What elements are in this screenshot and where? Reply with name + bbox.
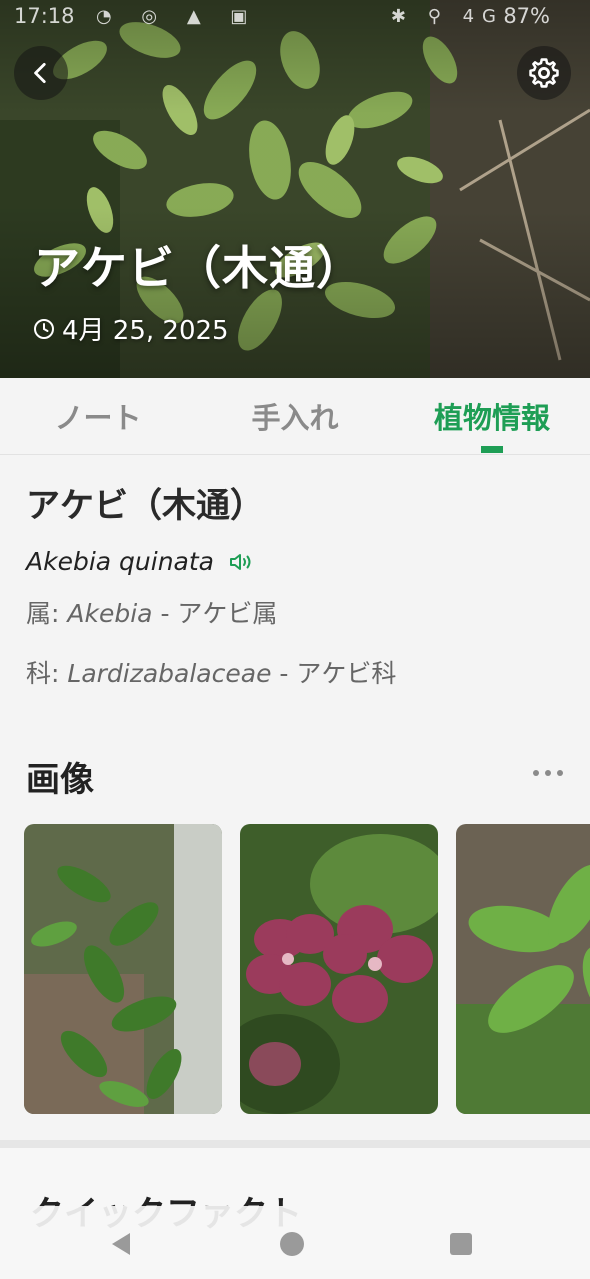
status-time: 17:18 bbox=[14, 4, 75, 28]
family-row: 科: Lardizabalaceae - アケビ科 bbox=[26, 654, 396, 690]
nav-recents-button[interactable] bbox=[441, 1224, 481, 1264]
square-recents-icon bbox=[450, 1233, 472, 1255]
tab-bar: ノート 手入れ 植物情報 bbox=[0, 378, 590, 455]
gallery-image-leaves[interactable] bbox=[24, 824, 222, 1114]
status-bar: 17:18 ◔ ◎ ▲ ▣ ✱ ⚲ 4G 87% bbox=[0, 0, 590, 36]
gear-icon bbox=[529, 58, 559, 88]
gallery-image-leaf-closeup[interactable] bbox=[456, 824, 590, 1114]
tab-plant-info[interactable]: 植物情報 bbox=[394, 378, 590, 454]
scientific-name: Akebia quinata bbox=[26, 547, 214, 576]
hero-title: アケビ（木通） bbox=[34, 241, 363, 295]
tab-notes[interactable]: ノート bbox=[0, 378, 196, 454]
chevron-left-icon bbox=[34, 62, 46, 84]
battery-level: 87% bbox=[503, 4, 550, 28]
gallery-image-flowers[interactable] bbox=[240, 824, 438, 1114]
speaker-icon[interactable] bbox=[228, 551, 254, 573]
flower-photo bbox=[240, 824, 438, 1114]
family-label: 科: bbox=[26, 659, 60, 688]
genus-local: - アケビ属 bbox=[160, 599, 278, 628]
hero-date: 4月 25, 2025 bbox=[32, 310, 229, 347]
more-options-button[interactable] bbox=[528, 758, 568, 788]
triangle-back-icon bbox=[112, 1233, 130, 1255]
image-gallery bbox=[0, 824, 590, 1114]
circle-home-icon bbox=[280, 1232, 304, 1256]
scientific-name-row: Akebia quinata bbox=[26, 547, 566, 576]
genus-latin: Akebia bbox=[67, 599, 153, 628]
tab-care[interactable]: 手入れ bbox=[197, 378, 393, 454]
system-icons: ✱ ⚲ 4G bbox=[390, 6, 504, 27]
date-text: 4月 25, 2025 bbox=[62, 316, 229, 346]
clock-icon bbox=[34, 318, 54, 339]
images-heading: 画像 bbox=[26, 760, 94, 800]
family-local: - アケビ科 bbox=[279, 659, 397, 688]
more-horizontal-icon bbox=[533, 770, 563, 776]
navigation-bar bbox=[0, 1206, 590, 1279]
notification-icons: ◔ ◎ ▲ ▣ bbox=[96, 6, 260, 27]
active-tab-indicator bbox=[481, 446, 503, 453]
leaf-photo bbox=[24, 824, 222, 1114]
leaf-closeup-photo bbox=[456, 824, 590, 1114]
section-divider bbox=[0, 1140, 590, 1148]
back-button[interactable] bbox=[14, 46, 68, 100]
settings-button[interactable] bbox=[517, 46, 571, 100]
family-latin: Lardizabalaceae bbox=[67, 659, 272, 688]
plant-name: アケビ（木通） bbox=[26, 486, 264, 526]
nav-back-button[interactable] bbox=[102, 1224, 142, 1264]
genus-label: 属: bbox=[26, 599, 60, 628]
hero-image: 17:18 ◔ ◎ ▲ ▣ ✱ ⚲ 4G 87% アケビ（木通） 4月 25, … bbox=[0, 0, 590, 378]
nav-home-button[interactable] bbox=[272, 1224, 312, 1264]
genus-row: 属: Akebia - アケビ属 bbox=[26, 594, 277, 630]
plant-info-section: アケビ（木通） Akebia quinata 属: Akebia - アケビ属 … bbox=[26, 478, 566, 688]
